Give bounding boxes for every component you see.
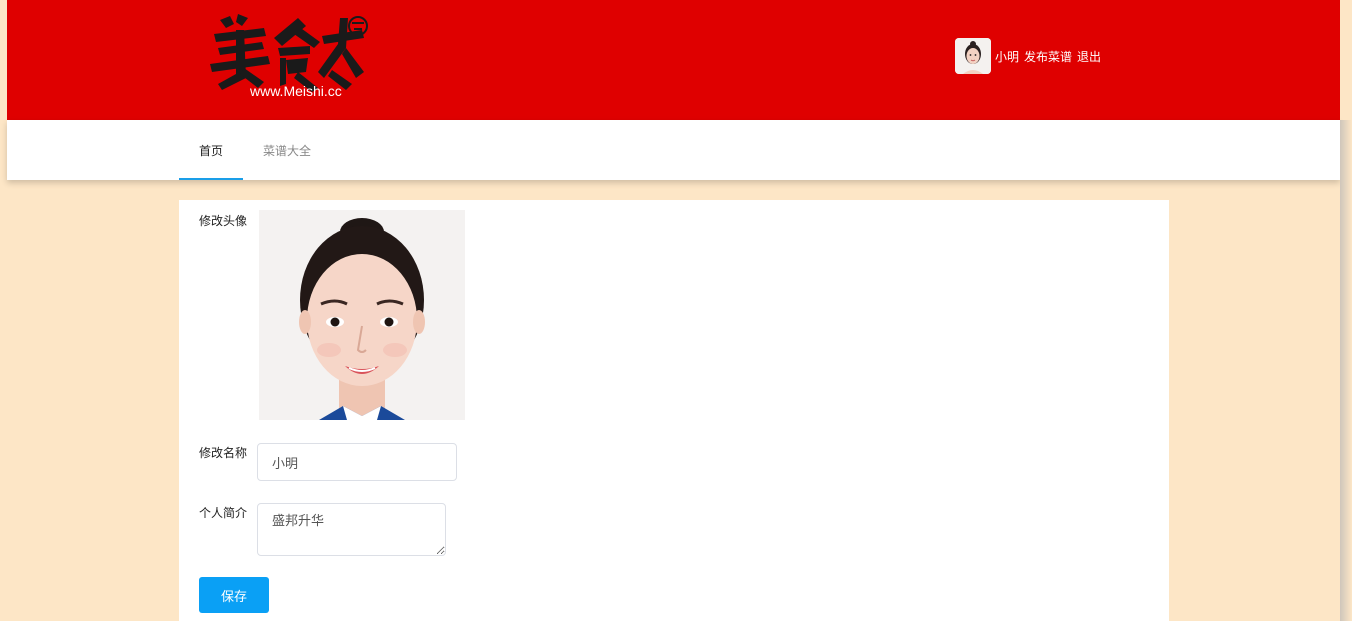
user-name-link[interactable]: 小明 xyxy=(995,48,1019,65)
bio-textarea[interactable]: 盛邦升华 xyxy=(257,503,446,556)
publish-recipe-link[interactable]: 发布菜谱 xyxy=(1024,48,1072,65)
tab-home[interactable]: 首页 xyxy=(179,120,243,180)
site-logo[interactable]: www.Meishi.cc xyxy=(202,8,372,100)
user-area: 小明 发布菜谱 退出 xyxy=(955,38,1101,74)
profile-photo-icon[interactable] xyxy=(259,210,465,420)
logout-link[interactable]: 退出 xyxy=(1077,48,1101,65)
profile-edit-panel: 修改头像 修改名称 小明 个人简介 盛邦升华 保存 xyxy=(179,200,1169,621)
avatar-label: 修改头像 xyxy=(199,214,248,228)
tab-recipes[interactable]: 菜谱大全 xyxy=(253,120,321,180)
page-shadow xyxy=(1340,120,1352,621)
name-label: 修改名称 xyxy=(199,446,248,460)
name-input[interactable] xyxy=(257,443,457,481)
bio-label: 个人简介 xyxy=(199,506,248,520)
main-nav: 首页 菜谱大全 xyxy=(7,120,1340,180)
site-header: www.Meishi.cc 小明 发布菜谱 退出 xyxy=(7,0,1340,120)
save-button[interactable]: 保存 xyxy=(199,577,269,613)
user-avatar-icon[interactable] xyxy=(955,38,991,74)
logo-url-text: www.Meishi.cc xyxy=(249,83,342,99)
